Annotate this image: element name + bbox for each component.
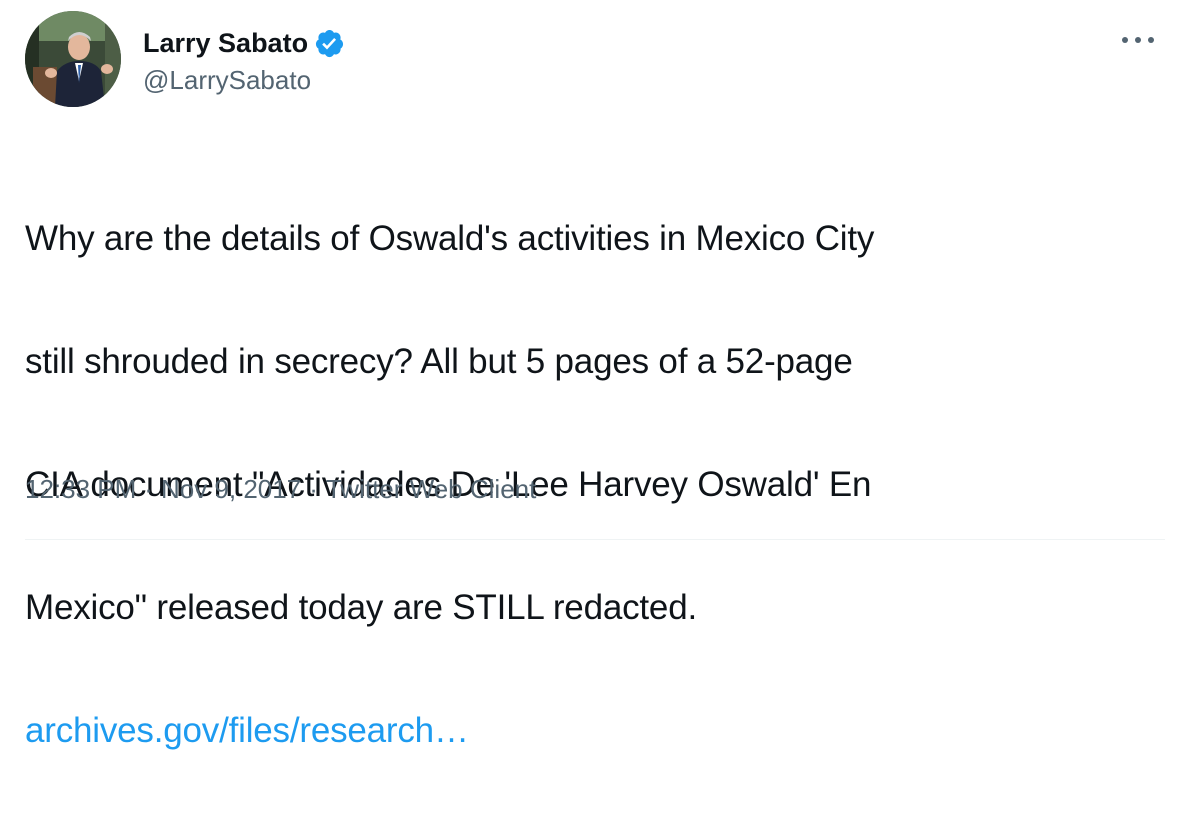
author-display-name[interactable]: Larry Sabato	[143, 25, 308, 61]
more-dot	[1135, 37, 1141, 43]
divider	[25, 539, 1165, 540]
more-dot	[1122, 37, 1128, 43]
tweet-metadata: 12:33 PM · Nov 9, 2017 · Twitter Web Client	[25, 471, 536, 507]
tweet-link[interactable]: archives.gov/files/research…	[25, 700, 1165, 762]
meta-separator: ·	[309, 474, 318, 504]
author-handle[interactable]: @LarrySabato	[143, 63, 311, 97]
more-dot	[1148, 37, 1154, 43]
tweet-time[interactable]: 12:33 PM	[25, 474, 136, 504]
tweet-date[interactable]: Nov 9, 2017	[161, 474, 301, 504]
more-options-icon[interactable]	[1118, 26, 1158, 54]
tweet-text-line: Why are the details of Oswald's activiti…	[25, 218, 875, 258]
tweet-source[interactable]: Twitter Web Client	[326, 474, 536, 504]
tweet-text-line: Mexico" released today are STILL redacte…	[25, 587, 697, 627]
verified-badge-icon	[314, 28, 345, 59]
meta-separator: ·	[144, 474, 153, 504]
avatar[interactable]	[25, 11, 121, 107]
tweet-card: Larry Sabato @LarrySabato Why are the de…	[0, 0, 1190, 750]
avatar-photo	[25, 11, 121, 107]
tweet-text-line: still shrouded in secrecy? All but 5 pag…	[25, 341, 853, 381]
author-name-row[interactable]: Larry Sabato	[143, 25, 345, 61]
